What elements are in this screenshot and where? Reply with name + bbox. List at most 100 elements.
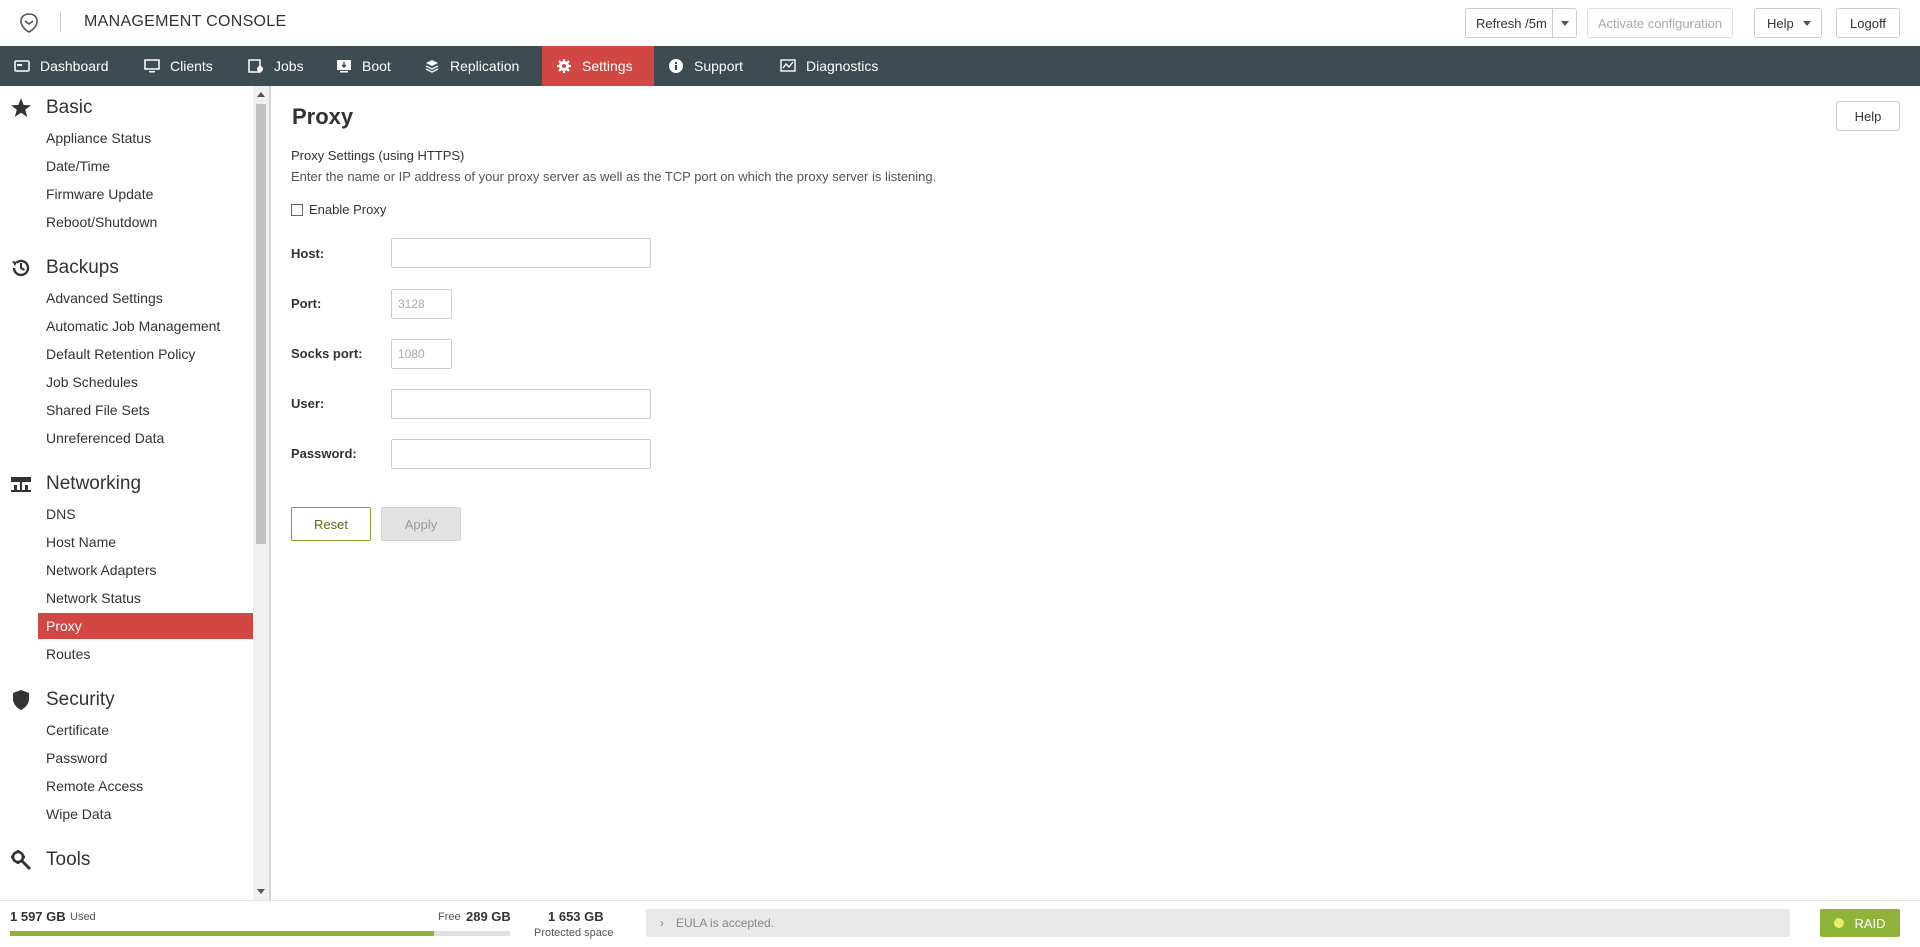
sidebar-item-host-name[interactable]: Host Name [38, 529, 253, 555]
section-description: Enter the name or IP address of your pro… [291, 169, 937, 184]
nav-replication[interactable]: Replication [410, 46, 534, 86]
eula-status-bar[interactable]: › EULA is accepted. [646, 909, 1790, 937]
monitor-icon [144, 59, 160, 73]
sidebar-item-remote-access[interactable]: Remote Access [38, 773, 253, 799]
chevron-down-icon [1561, 20, 1569, 26]
socks-port-label: Socks port: [291, 346, 363, 361]
user-input[interactable] [391, 389, 651, 419]
sidebar-group-title: Tools [46, 849, 91, 870]
logo-divider [60, 12, 61, 32]
storage-usage-fill [10, 931, 434, 936]
info-icon [669, 59, 683, 73]
app-logo-icon [20, 13, 38, 33]
refresh-dropdown-toggle[interactable] [1553, 9, 1577, 37]
jobs-icon [248, 59, 263, 73]
sidebar-item-password[interactable]: Password [38, 745, 253, 771]
enable-proxy-checkbox[interactable] [291, 203, 303, 216]
sidebar-group-title: Security [46, 689, 115, 710]
nav-label: Support [694, 58, 744, 74]
sidebar-item-firmware-update[interactable]: Firmware Update [38, 181, 253, 207]
network-icon [11, 477, 31, 492]
used-space-value: 1 597 GB [10, 909, 66, 924]
raid-label: RAID [1854, 915, 1886, 931]
sidebar-item-automatic-job-management[interactable]: Automatic Job Management [38, 313, 253, 339]
sidebar-group-title: Networking [46, 473, 142, 494]
status-dot-icon [1834, 918, 1845, 928]
reset-button[interactable]: Reset [291, 507, 371, 541]
activate-configuration-button[interactable]: Activate configuration [1587, 8, 1733, 38]
sidebar-item-dns[interactable]: DNS [38, 501, 253, 527]
port-input[interactable] [391, 289, 452, 319]
sidebar-item-network-adapters[interactable]: Network Adapters [38, 557, 253, 583]
port-label: Port: [291, 296, 322, 311]
nav-label: Boot [362, 58, 391, 74]
diagnostics-icon [780, 59, 796, 72]
free-space-value: 289 GB [466, 909, 511, 924]
dashboard-icon [14, 60, 30, 72]
scroll-down-arrow-icon[interactable] [257, 889, 265, 894]
refresh-split-button: Refresh /5m [1465, 8, 1577, 38]
raid-status-button[interactable]: RAID [1820, 909, 1900, 937]
tools-icon [11, 850, 32, 871]
sidebar-item-unreferenced-data[interactable]: Unreferenced Data [38, 425, 253, 451]
gear-icon [557, 59, 571, 73]
sidebar-item-reboot-shutdown[interactable]: Reboot/Shutdown [38, 209, 253, 235]
sidebar-item-certificate[interactable]: Certificate [38, 717, 253, 743]
sidebar-divider [269, 86, 271, 900]
boot-icon [337, 60, 351, 73]
storage-usage-bar [10, 931, 510, 936]
sidebar-group-networking: Networking [10, 472, 141, 496]
protected-space-value: 1 653 GB [548, 909, 604, 924]
sidebar-item-advanced-settings[interactable]: Advanced Settings [38, 285, 253, 311]
shield-icon [13, 690, 29, 710]
sidebar-item-network-status[interactable]: Network Status [38, 585, 253, 611]
nav-label: Diagnostics [806, 58, 879, 74]
sidebar-group-title: Backups [46, 257, 119, 278]
sidebar-group-basic: Basic [10, 96, 92, 120]
password-input[interactable] [391, 439, 651, 469]
enable-proxy-label[interactable]: Enable Proxy [309, 202, 386, 217]
sidebar-group-title: Basic [46, 97, 93, 118]
nav-label: Settings [582, 58, 633, 74]
scroll-up-arrow-icon[interactable] [257, 92, 265, 97]
nav-label: Dashboard [40, 58, 109, 74]
logoff-button[interactable]: Logoff [1836, 8, 1900, 38]
enable-proxy-row: Enable Proxy [291, 202, 386, 217]
free-space-label: Free [438, 911, 461, 923]
nav-label: Replication [450, 58, 520, 74]
nav-support[interactable]: Support [654, 46, 758, 86]
nav-clients[interactable]: Clients [130, 46, 240, 86]
chevron-right-icon: › [660, 916, 664, 930]
socks-port-input[interactable] [391, 339, 452, 369]
used-space-label: Used [70, 911, 96, 923]
nav-boot[interactable]: Boot [322, 46, 414, 86]
settings-sidebar: Basic Appliance Status Date/Time Firmwar… [0, 86, 254, 900]
sidebar-item-appliance-status[interactable]: Appliance Status [38, 125, 253, 151]
sidebar-item-job-schedules[interactable]: Job Schedules [38, 369, 253, 395]
section-title: Proxy Settings (using HTTPS) [291, 148, 465, 163]
apply-button[interactable]: Apply [381, 507, 461, 541]
host-label: Host: [291, 246, 325, 261]
scroll-thumb[interactable] [256, 104, 266, 544]
page-title: Proxy [292, 104, 354, 129]
app-title: MANAGEMENT CONSOLE [84, 13, 287, 30]
sidebar-scrollbar[interactable] [253, 86, 269, 900]
nav-settings[interactable]: Settings [542, 46, 654, 86]
main-nav: Dashboard Clients Jobs Boot Replication … [0, 46, 1920, 86]
nav-diagnostics[interactable]: Diagnostics [766, 46, 896, 86]
sidebar-item-date-time[interactable]: Date/Time [38, 153, 253, 179]
sidebar-item-shared-file-sets[interactable]: Shared File Sets [38, 397, 253, 423]
sidebar-item-proxy[interactable]: Proxy [38, 613, 253, 639]
page-help-button[interactable]: Help [1836, 101, 1900, 131]
sidebar-item-default-retention-policy[interactable]: Default Retention Policy [38, 341, 253, 367]
sidebar-item-wipe-data[interactable]: Wipe Data [38, 801, 253, 827]
top-bar: MANAGEMENT CONSOLE Refresh /5m Activate … [0, 0, 1920, 46]
nav-dashboard[interactable]: Dashboard [0, 46, 124, 86]
sidebar-group-backups: Backups [10, 256, 119, 280]
sidebar-item-routes[interactable]: Routes [38, 641, 253, 667]
host-input[interactable] [391, 238, 651, 268]
star-icon [11, 98, 31, 117]
nav-jobs[interactable]: Jobs [234, 46, 314, 86]
help-menu-button[interactable]: Help [1754, 8, 1822, 38]
refresh-button[interactable]: Refresh /5m [1476, 16, 1547, 31]
